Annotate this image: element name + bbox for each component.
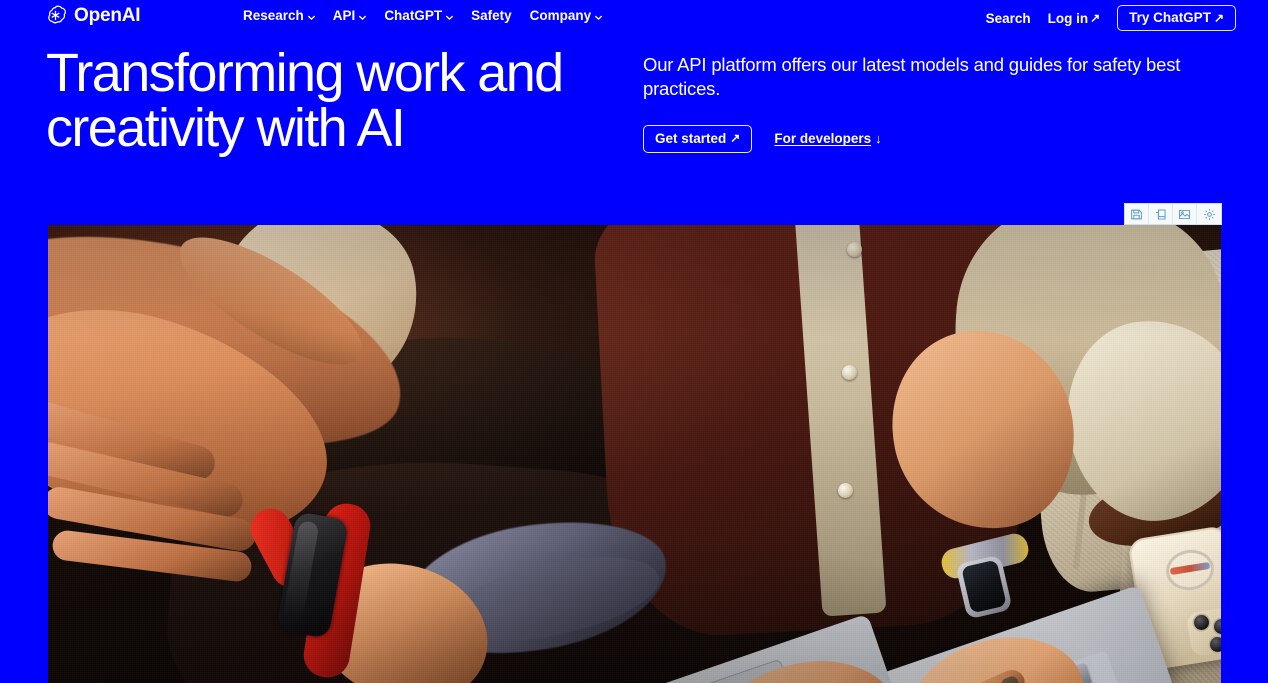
nav-item-label: Safety	[471, 8, 512, 23]
chevron-down-icon	[445, 13, 454, 21]
image-icon	[1178, 208, 1191, 221]
nav-item-label: ChatGPT	[384, 8, 443, 23]
search-label: Search	[985, 10, 1031, 26]
chevron-down-icon	[307, 13, 315, 21]
arrow-up-right-icon: ↗	[1090, 11, 1101, 25]
get-started-button[interactable]: Get started ↗	[643, 124, 753, 153]
try-chatgpt-label: Try ChatGPT	[1129, 10, 1211, 25]
arrow-up-right-icon: ↗	[1213, 10, 1224, 25]
settings-button[interactable]	[1197, 204, 1221, 224]
image-toolbar	[1124, 203, 1222, 225]
openai-logo-link[interactable]: OpenAI	[44, 4, 141, 27]
page-title-line-2: creativity with AI	[46, 98, 406, 159]
nav-item-company[interactable]: Company	[530, 8, 603, 23]
login-link[interactable]: Log in ↗	[1048, 11, 1101, 26]
nav-item-label: Company	[529, 8, 592, 23]
hero-image	[48, 225, 1221, 683]
try-chatgpt-button[interactable]: Try ChatGPT ↗	[1117, 5, 1236, 31]
nav-actions: Search Log in ↗ Try ChatGPT ↗	[986, 5, 1236, 31]
hero-right-column: Our API platform offers our latest model…	[643, 53, 1223, 153]
for-developers-label: For developers	[774, 131, 872, 147]
photo-shirt-button	[842, 365, 857, 380]
nav-item-safety[interactable]: Safety	[471, 8, 512, 23]
search-button[interactable]: Search	[986, 11, 1031, 26]
photo-shirt-button	[847, 242, 862, 257]
get-started-label: Get started	[655, 130, 727, 146]
arrow-down-icon: ↓	[875, 131, 882, 147]
photo-shirt-button	[838, 483, 853, 498]
brand-name: OpenAI	[74, 5, 141, 26]
page-title-line-1: Transforming work and	[46, 43, 564, 103]
settings-gear-icon	[1203, 208, 1216, 221]
image-button[interactable]	[1173, 204, 1197, 224]
chevron-down-icon	[358, 13, 367, 21]
copy-button[interactable]	[1149, 204, 1173, 224]
hero-subtitle: Our API platform offers our latest model…	[643, 54, 1181, 100]
login-label: Log in	[1047, 10, 1089, 26]
top-navigation-bar: OpenAI Research API ChatGPT Safety Compa…	[0, 0, 1268, 34]
arrow-up-right-icon: ↗	[730, 131, 741, 146]
for-developers-link[interactable]: For developers ↓	[774, 131, 881, 146]
page-root: OpenAI Research API ChatGPT Safety Compa…	[0, 0, 1268, 683]
hero-actions: Get started ↗ For developers ↓	[643, 124, 1223, 153]
openai-logo-icon	[44, 4, 67, 27]
nav-menu: Research API ChatGPT Safety Company	[243, 8, 603, 23]
save-icon	[1130, 208, 1143, 221]
photo-iphone-lens	[1194, 615, 1209, 630]
nav-item-label: API	[332, 8, 356, 23]
nav-item-research[interactable]: Research	[243, 8, 315, 23]
copy-icon	[1154, 208, 1167, 221]
nav-item-label: Research	[243, 8, 304, 23]
save-button[interactable]	[1125, 204, 1149, 224]
nav-item-api[interactable]: API	[333, 8, 367, 23]
chevron-down-icon	[594, 13, 603, 21]
nav-item-chatgpt[interactable]: ChatGPT	[384, 8, 454, 23]
photo-iphone-lens	[1210, 637, 1221, 652]
page-title: Transforming work and creativity with AI	[46, 43, 646, 159]
